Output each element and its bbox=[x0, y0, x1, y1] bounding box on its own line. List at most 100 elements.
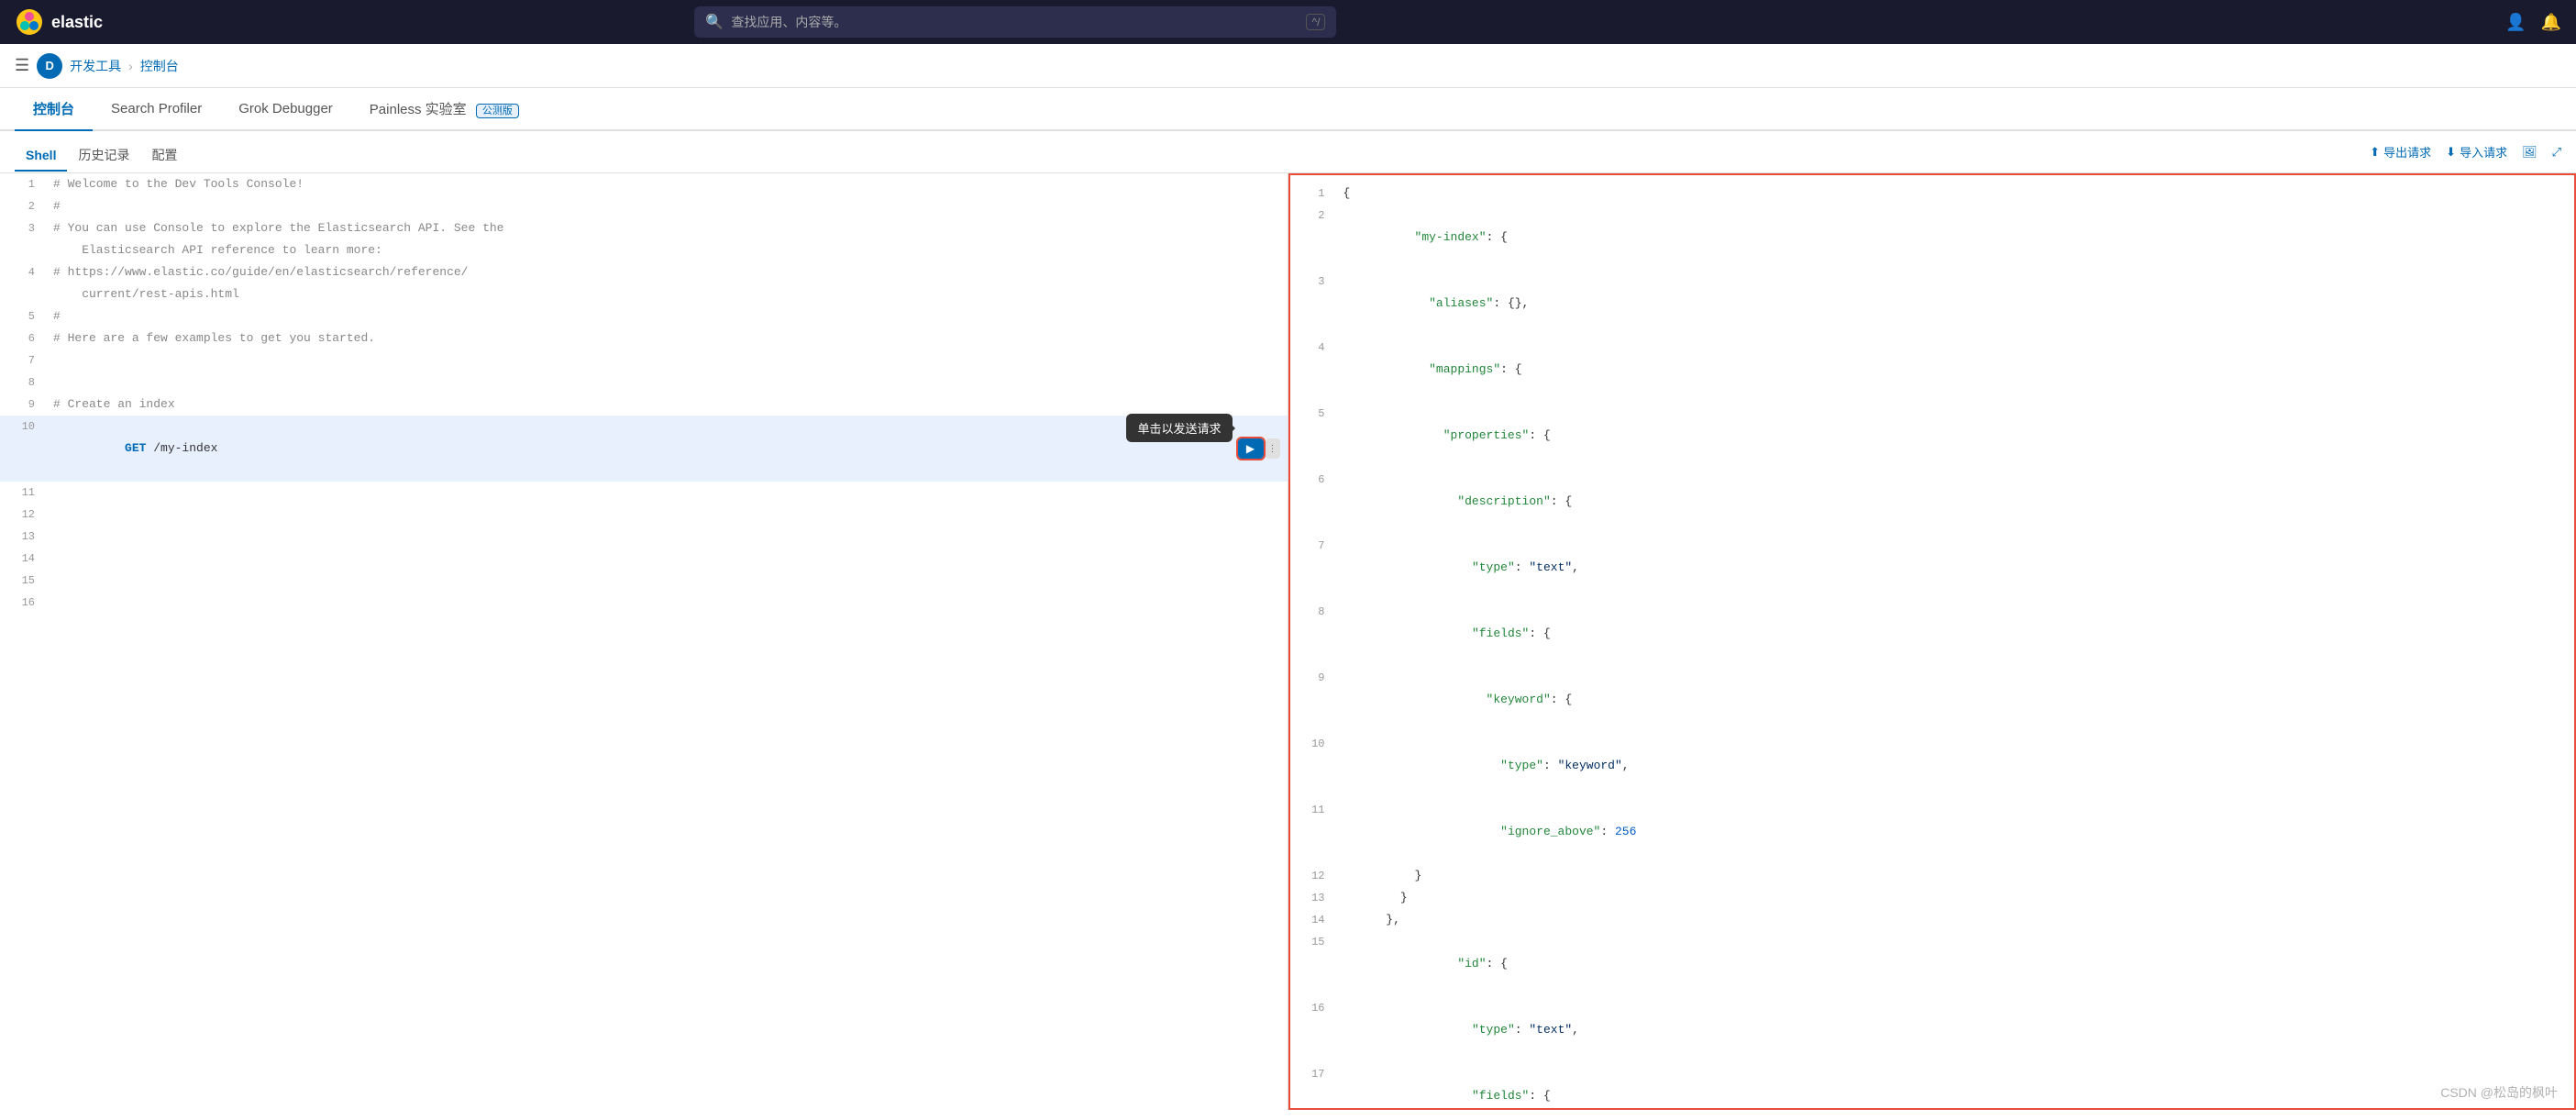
output-line-num-16: 16 bbox=[1290, 997, 1336, 1063]
output-line-content-4: "mappings": { bbox=[1336, 337, 2575, 403]
output-line-content-16: "type": "text", bbox=[1336, 997, 2575, 1063]
output-line-14: 14 }, bbox=[1290, 909, 2575, 931]
editor-line-3: 3 # You can use Console to explore the E… bbox=[0, 217, 1288, 261]
sub-tab-actions: ⬆ 导出请求 ⬇ 导入请求 🖼 ⤢ bbox=[2370, 143, 2561, 168]
line-content-3[interactable]: # You can use Console to explore the Ela… bbox=[46, 217, 1288, 261]
tab-console[interactable]: 控制台 bbox=[15, 88, 93, 131]
hamburger-icon[interactable]: ☰ bbox=[15, 56, 29, 75]
output-line-content-1: { bbox=[1336, 183, 2575, 205]
line-num-12: 12 bbox=[0, 504, 46, 526]
output-line-3: 3 "aliases": {}, bbox=[1290, 271, 2575, 337]
beta-badge: 公测版 bbox=[476, 104, 519, 118]
output-line-num-5: 5 bbox=[1290, 403, 1336, 469]
output-line-content-7: "type": "text", bbox=[1336, 535, 2575, 601]
http-method: GET bbox=[125, 441, 146, 455]
line-num-10: 10 bbox=[0, 416, 46, 438]
editor-content[interactable]: 1 # Welcome to the Dev Tools Console! 2 … bbox=[0, 173, 1288, 1110]
breadcrumb-devtools[interactable]: 开发工具 bbox=[70, 57, 121, 75]
import-icon: ⬇ bbox=[2446, 145, 2456, 160]
editor-line-2: 2 # bbox=[0, 195, 1288, 217]
line-content-5[interactable]: # bbox=[46, 305, 1288, 327]
expand-icon[interactable]: ⤢ bbox=[2552, 145, 2561, 160]
line-content-9[interactable]: # Create an index bbox=[46, 394, 1288, 416]
line-num-11: 11 bbox=[0, 482, 46, 504]
output-line-10: 10 "type": "keyword", bbox=[1290, 733, 2575, 799]
output-line-9: 9 "keyword": { bbox=[1290, 667, 2575, 733]
output-line-content-11: "ignore_above": 256 bbox=[1336, 799, 2575, 865]
subtab-settings[interactable]: 配置 bbox=[140, 139, 188, 173]
output-line-content-8: "fields": { bbox=[1336, 601, 2575, 667]
global-search-bar[interactable]: 🔍 查找应用、内容等。 ^/ bbox=[694, 6, 1336, 38]
output-line-content-3: "aliases": {}, bbox=[1336, 271, 2575, 337]
output-line-content-9: "keyword": { bbox=[1336, 667, 2575, 733]
output-panel: 1 { 2 "my-index": { 3 "aliases": {}, 4 bbox=[1288, 173, 2576, 1110]
output-line-2: 2 "my-index": { bbox=[1290, 205, 2575, 271]
editor-line-5: 5 # bbox=[0, 305, 1288, 327]
more-options-button[interactable]: ⋮ bbox=[1266, 438, 1280, 459]
line-num-16: 16 bbox=[0, 592, 46, 614]
search-placeholder: 查找应用、内容等。 bbox=[731, 13, 846, 31]
line-content-4[interactable]: # https://www.elastic.co/guide/en/elasti… bbox=[46, 261, 1288, 305]
output-content[interactable]: 1 { 2 "my-index": { 3 "aliases": {}, 4 bbox=[1290, 175, 2575, 1108]
search-shortcut: ^/ bbox=[1306, 14, 1325, 30]
content-area: 1 # Welcome to the Dev Tools Console! 2 … bbox=[0, 173, 2576, 1110]
line-num-14: 14 bbox=[0, 548, 46, 570]
editor-line-7: 7 bbox=[0, 349, 1288, 371]
editor-line-9: 9 # Create an index bbox=[0, 394, 1288, 416]
help-docs-icon[interactable]: 🖼 bbox=[2522, 145, 2537, 160]
breadcrumb-console[interactable]: 控制台 bbox=[140, 57, 179, 75]
editor-panel[interactable]: 1 # Welcome to the Dev Tools Console! 2 … bbox=[0, 173, 1288, 1110]
nav-icons: 👤 🔔 bbox=[2505, 13, 2561, 32]
output-line-num-6: 6 bbox=[1290, 469, 1336, 535]
editor-line-6: 6 # Here are a few examples to get you s… bbox=[0, 327, 1288, 349]
output-line-num-7: 7 bbox=[1290, 535, 1336, 601]
elastic-logo[interactable]: elastic bbox=[15, 7, 103, 37]
output-line-4: 4 "mappings": { bbox=[1290, 337, 2575, 403]
editor-line-14: 14 bbox=[0, 548, 1288, 570]
line-content-10[interactable]: GET /my-index bbox=[46, 416, 1288, 482]
output-line-num-17: 17 bbox=[1290, 1063, 1336, 1108]
import-link[interactable]: ⬇ 导入请求 bbox=[2446, 143, 2507, 161]
tab-painless-lab[interactable]: Painless 实验室 公测版 bbox=[351, 88, 537, 131]
line-actions: ▶ ⋮ bbox=[1238, 438, 1280, 459]
sub-tabs-bar: Shell 历史记录 配置 ⬆ 导出请求 ⬇ 导入请求 🖼 ⤢ bbox=[0, 131, 2576, 173]
export-link[interactable]: ⬆ 导出请求 bbox=[2370, 143, 2431, 161]
output-line-content-14: }, bbox=[1336, 909, 2575, 931]
editor-line-4: 4 # https://www.elastic.co/guide/en/elas… bbox=[0, 261, 1288, 305]
breadcrumb-bar: ☰ D 开发工具 › 控制台 bbox=[0, 44, 2576, 88]
subtab-shell[interactable]: Shell bbox=[15, 140, 67, 172]
tab-grok-debugger[interactable]: Grok Debugger bbox=[220, 90, 351, 129]
line-num-4: 4 bbox=[0, 261, 46, 283]
help-icon[interactable]: 🔔 bbox=[2541, 13, 2561, 32]
elastic-logo-icon bbox=[15, 7, 44, 37]
export-icon: ⬆ bbox=[2370, 145, 2380, 160]
line-num-7: 7 bbox=[0, 349, 46, 371]
editor-line-8: 8 bbox=[0, 371, 1288, 394]
elastic-logo-text: elastic bbox=[51, 13, 103, 32]
output-line-content-2: "my-index": { bbox=[1336, 205, 2575, 271]
output-line-content-5: "properties": { bbox=[1336, 403, 2575, 469]
main-tabs: 控制台 Search Profiler Grok Debugger Painle… bbox=[0, 88, 2576, 131]
output-line-content-12: } bbox=[1336, 865, 2575, 887]
output-line-17: 17 "fields": { bbox=[1290, 1063, 2575, 1108]
line-content-1[interactable]: # Welcome to the Dev Tools Console! bbox=[46, 173, 1288, 195]
output-line-13: 13 } bbox=[1290, 887, 2575, 909]
editor-line-11: 11 bbox=[0, 482, 1288, 504]
output-line-5: 5 "properties": { bbox=[1290, 403, 2575, 469]
output-line-content-6: "description": { bbox=[1336, 469, 2575, 535]
line-num-13: 13 bbox=[0, 526, 46, 548]
output-line-num-4: 4 bbox=[1290, 337, 1336, 403]
output-line-num-9: 9 bbox=[1290, 667, 1336, 733]
output-line-1: 1 { bbox=[1290, 183, 2575, 205]
subtab-history[interactable]: 历史记录 bbox=[67, 139, 140, 173]
output-line-num-11: 11 bbox=[1290, 799, 1336, 865]
tab-search-profiler[interactable]: Search Profiler bbox=[93, 90, 220, 129]
line-content-6[interactable]: # Here are a few examples to get you sta… bbox=[46, 327, 1288, 349]
line-content-2[interactable]: # bbox=[46, 195, 1288, 217]
user-icon[interactable]: 👤 bbox=[2505, 13, 2526, 32]
run-button[interactable]: ▶ bbox=[1238, 438, 1264, 459]
output-line-num-13: 13 bbox=[1290, 887, 1336, 909]
output-line-num-14: 14 bbox=[1290, 909, 1336, 931]
output-line-num-10: 10 bbox=[1290, 733, 1336, 799]
line-num-15: 15 bbox=[0, 570, 46, 592]
